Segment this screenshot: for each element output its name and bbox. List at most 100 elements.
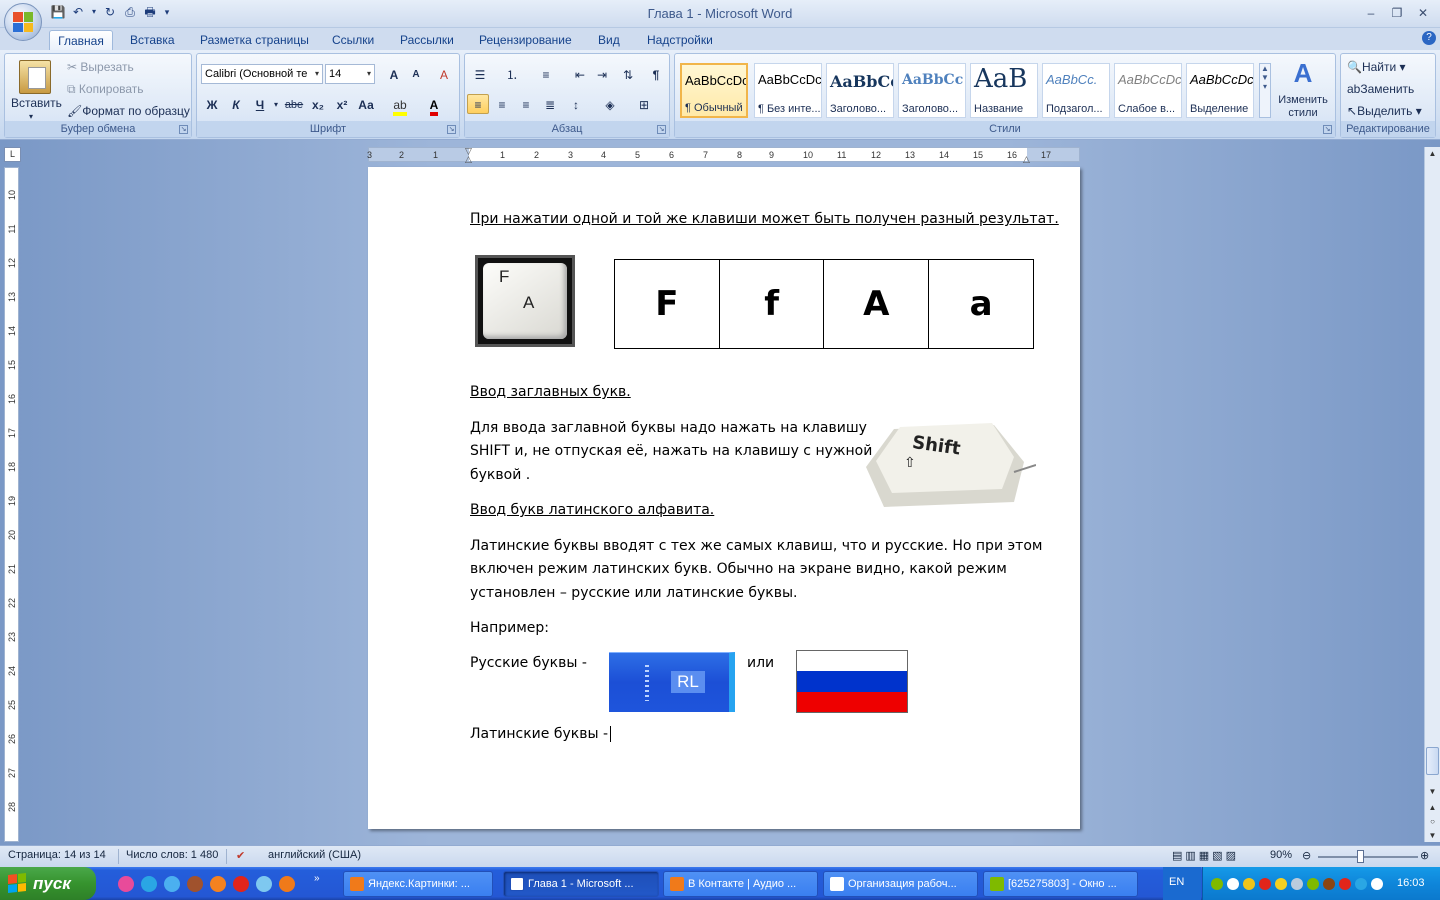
taskbar-item[interactable]: Организация рабоч... <box>823 871 978 897</box>
mail-icon[interactable] <box>210 876 226 892</box>
tray-icon[interactable] <box>1371 878 1383 890</box>
heading-latin[interactable]: Ввод букв латинского алфавита. <box>470 499 714 523</box>
proofing-icon[interactable]: ✔ <box>236 849 245 862</box>
start-button[interactable]: пуск <box>0 867 96 900</box>
taskbar-item[interactable]: Яндекс.Картинки: ... <box>343 871 493 897</box>
text-line[interactable]: буквой . <box>470 464 530 488</box>
clipboard-launcher-icon[interactable]: ↘ <box>179 125 188 134</box>
increase-indent-icon[interactable]: ⇥ <box>591 64 613 84</box>
style-emphasis[interactable]: AaBbCcDc Выделение <box>1186 63 1254 118</box>
zoom-in-icon[interactable]: ⊕ <box>1420 849 1429 862</box>
paragraph-launcher-icon[interactable]: ↘ <box>657 125 666 134</box>
zoom-level[interactable]: 90% <box>1270 849 1292 861</box>
paragraph-intro[interactable]: При нажатии одной и той же клавиши может… <box>470 208 1059 232</box>
tray-icon[interactable] <box>1339 878 1351 890</box>
help-icon[interactable]: ? <box>1422 31 1436 45</box>
tray-icon[interactable] <box>1227 878 1239 890</box>
font-size-select[interactable]: 14 ▾ <box>325 64 375 84</box>
text-line[interactable]: включен режим латинских букв. Обычно на … <box>470 558 1007 582</box>
quicklaunch-app-icon[interactable] <box>141 876 157 892</box>
page-indicator[interactable]: Страница: 14 из 14 <box>8 849 106 861</box>
bullets-icon[interactable]: ☰ <box>469 64 491 84</box>
horizontal-ruler[interactable]: 3 2 1 1 2 3 4 5 6 7 8 9 10 11 12 13 14 1… <box>367 146 1080 165</box>
style-subtle-emphasis[interactable]: AaBbCcDc Слабое в... <box>1114 63 1182 118</box>
borders-icon[interactable]: ⊞ <box>633 94 655 114</box>
quicklaunch-more-icon[interactable]: » <box>314 873 320 884</box>
underline-dropdown-icon[interactable]: ▾ <box>271 94 281 114</box>
paste-icon[interactable] <box>19 60 51 94</box>
tray-icon[interactable] <box>1211 878 1223 890</box>
copy-button[interactable]: Копировать <box>79 82 144 96</box>
heading-capitals[interactable]: Ввод заглавных букв. <box>470 381 631 405</box>
font-name-select[interactable]: Calibri (Основной те ▾ <box>201 64 323 84</box>
format-painter-button[interactable]: Формат по образцу <box>82 104 190 118</box>
office-button[interactable] <box>4 3 42 41</box>
clear-format-button[interactable]: A <box>433 64 455 84</box>
text-line[interactable]: SHIFT и, не отпуская её, нажать на клави… <box>470 440 872 464</box>
scroll-thumb[interactable] <box>1426 747 1439 775</box>
text-line[interactable]: Для ввода заглавной буквы надо нажать на… <box>470 417 867 441</box>
tray-icon[interactable] <box>1323 878 1335 890</box>
styles-scroll[interactable]: ▲ ▼ ▾ <box>1259 63 1271 118</box>
tab-selector-icon[interactable]: L <box>4 147 21 162</box>
grow-font-button[interactable]: A <box>383 64 405 84</box>
paste-button[interactable]: Вставить <box>11 94 62 112</box>
replace-button[interactable]: Заменить <box>1360 82 1414 96</box>
text-line[interactable]: Латинские буквы вводят с тех же самых кл… <box>470 535 1042 559</box>
tab-insert[interactable]: Вставка <box>130 30 175 50</box>
tray-icon[interactable] <box>1243 878 1255 890</box>
shading-icon[interactable]: ◈ <box>599 94 621 114</box>
taskbar-item[interactable]: В Контакте | Аудио ... <box>663 871 818 897</box>
clock[interactable]: 16:03 <box>1397 877 1425 889</box>
language-indicator[interactable]: английский (США) <box>268 849 361 861</box>
font-color-icon[interactable]: A <box>423 94 445 116</box>
language-indicator-taskbar[interactable]: EN <box>1169 876 1184 888</box>
taskbar-item[interactable]: Глава 1 - Microsoft ... <box>503 871 659 897</box>
italic-button[interactable]: К <box>225 94 247 114</box>
vertical-ruler[interactable]: 10 11 12 13 14 15 16 17 18 19 20 21 22 2… <box>4 167 19 842</box>
style-normal[interactable]: AaBbCcDc ¶ Обычный <box>680 63 748 118</box>
document-page[interactable]: При нажатии одной и той же клавиши может… <box>368 167 1080 829</box>
tab-home[interactable]: Главная <box>49 30 113 50</box>
quicklaunch-app-icon[interactable] <box>187 876 203 892</box>
tray-icon[interactable] <box>1259 878 1271 890</box>
tab-references[interactable]: Ссылки <box>332 30 374 50</box>
table-cell[interactable]: a <box>928 259 1034 349</box>
previous-page-icon[interactable]: ▲ <box>1426 801 1439 815</box>
quicklaunch-app-icon[interactable] <box>256 876 272 892</box>
sort-icon[interactable]: ⇅ <box>617 64 639 84</box>
show-marks-icon[interactable]: ¶ <box>645 64 667 84</box>
next-page-icon[interactable]: ▼ <box>1426 829 1439 843</box>
table-cell[interactable]: F <box>614 259 720 349</box>
tray-icon[interactable] <box>1291 878 1303 890</box>
tray-icon[interactable] <box>1275 878 1287 890</box>
right-indent-icon[interactable]: △ <box>1023 154 1030 165</box>
style-subtitle[interactable]: AaBbCc. Подзагол... <box>1042 63 1110 118</box>
shrink-font-button[interactable]: A <box>405 64 427 84</box>
numbering-icon[interactable]: ⒈ <box>501 64 523 84</box>
style-no-spacing[interactable]: AaBbCcDc ¶ Без инте... <box>754 63 822 118</box>
text-or[interactable]: или <box>747 652 774 676</box>
underline-button[interactable]: Ч <box>249 94 271 114</box>
line-spacing-icon[interactable]: ↕ <box>565 94 587 114</box>
style-heading-2[interactable]: AaBbCc Заголово... <box>898 63 966 118</box>
align-left-icon[interactable]: ≡ <box>467 94 489 114</box>
justify-icon[interactable]: ≣ <box>539 94 561 114</box>
decrease-indent-icon[interactable]: ⇤ <box>569 64 591 84</box>
left-indent-icon[interactable]: △ <box>465 154 472 165</box>
text-line[interactable]: установлен – русские или латинские буквы… <box>470 582 797 606</box>
highlight-icon[interactable]: ab <box>389 94 411 116</box>
style-heading-1[interactable]: AaBbCc Заголово... <box>826 63 894 118</box>
taskbar-item[interactable]: [625275803] - Окно ... <box>983 871 1138 897</box>
minimize-button[interactable]: – <box>1358 3 1384 23</box>
strikethrough-button[interactable]: abe <box>283 94 305 114</box>
tab-review[interactable]: Рецензирование <box>479 30 572 50</box>
styles-launcher-icon[interactable]: ↘ <box>1323 125 1332 134</box>
tab-page-layout[interactable]: Разметка страницы <box>200 30 309 50</box>
tab-addins[interactable]: Надстройки <box>647 30 713 50</box>
browse-object-icon[interactable]: ○ <box>1426 815 1439 829</box>
close-button[interactable]: ✕ <box>1410 3 1436 23</box>
change-styles-icon[interactable]: A <box>1279 58 1327 89</box>
bold-button[interactable]: Ж <box>201 94 223 114</box>
align-center-icon[interactable]: ≡ <box>491 94 513 114</box>
